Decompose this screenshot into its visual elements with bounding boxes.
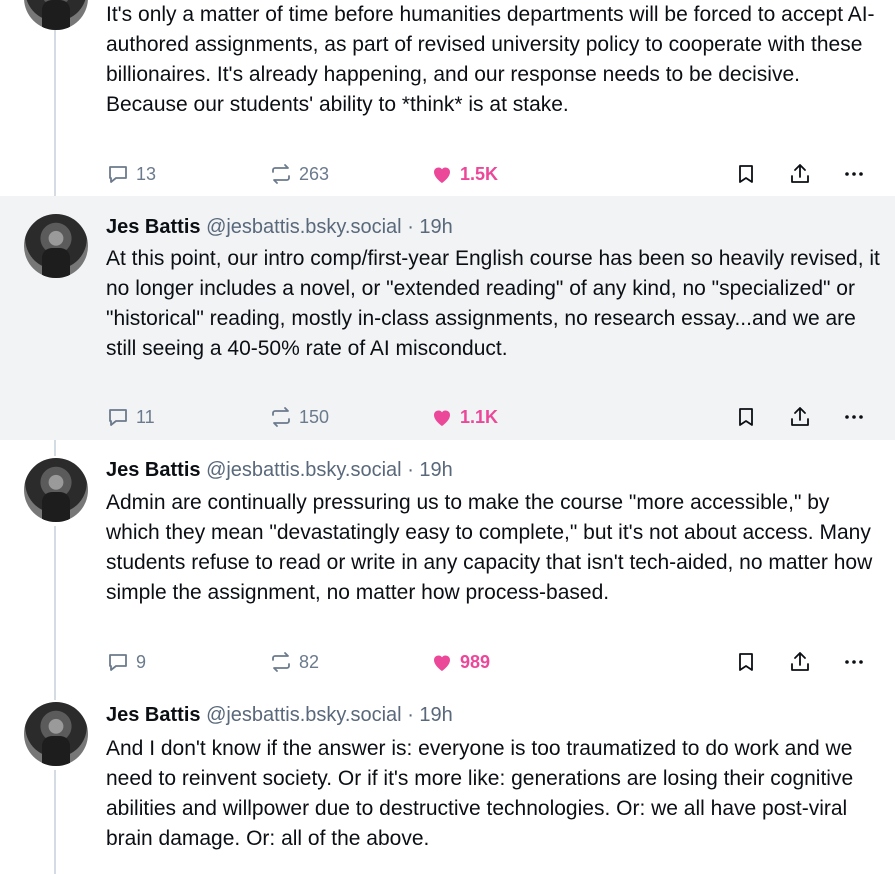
author-handle[interactable]: @jesbattis.bsky.social [206,459,402,481]
share-icon [788,162,812,186]
post-actions: 11 150 1.1K [106,402,866,432]
bookmark-icon [734,405,758,429]
reply-button[interactable]: 9 [106,647,146,677]
author-name[interactable]: Jes Battis [106,704,201,726]
separator-dot: · [407,704,414,726]
more-button[interactable] [842,647,866,677]
more-button[interactable] [842,402,866,432]
repost-button[interactable]: 82 [269,647,319,677]
post-actions: 9 82 989 [106,647,866,677]
post-time[interactable]: 19h [419,459,452,481]
like-count: 1.5K [460,163,499,184]
post[interactable]: Jes Battis @jesbattis.bsky.social · 19h … [0,196,895,440]
repost-arrows-icon [269,162,293,186]
post[interactable]: It's only a matter of time before humani… [0,0,895,196]
like-button[interactable]: 1.5K [430,159,498,189]
avatar[interactable] [24,458,88,522]
post-thread: It's only a matter of time before humani… [0,0,895,874]
reply-count: 13 [136,163,157,184]
like-count: 989 [460,651,491,672]
share-icon [788,405,812,429]
repost-count: 82 [299,651,320,672]
reply-button[interactable]: 11 [106,402,155,432]
reply-count: 9 [136,651,147,672]
bookmark-icon [734,650,758,674]
post-actions: 13 263 1.5K [106,159,866,189]
more-button[interactable] [842,159,866,189]
like-button[interactable]: 1.1K [430,402,498,432]
bookmark-button[interactable] [734,647,758,677]
more-dots-icon [842,405,866,429]
bookmark-button[interactable] [734,402,758,432]
like-count: 1.1K [460,406,499,427]
author-handle[interactable]: @jesbattis.bsky.social [206,216,402,238]
separator-dot: · [407,459,414,481]
post-text: At this point, our intro comp/first-year… [106,247,880,360]
heart-icon [430,405,454,429]
avatar[interactable] [24,214,88,278]
repost-arrows-icon [269,405,293,429]
repost-count: 263 [299,163,330,184]
speech-bubble-icon [106,162,130,186]
author-handle[interactable]: @jesbattis.bsky.social [206,704,402,726]
post-time[interactable]: 19h [419,216,452,238]
post-header: Jes Battis @jesbattis.bsky.social · 19h [106,214,453,240]
author-name[interactable]: Jes Battis [106,216,201,238]
post[interactable]: Jes Battis @jesbattis.bsky.social · 19h … [0,686,895,874]
share-button[interactable] [788,402,812,432]
more-dots-icon [842,650,866,674]
post-text: Admin are continually pressuring us to m… [106,491,873,604]
heart-icon [430,162,454,186]
reply-count: 11 [136,406,155,427]
post-header: Jes Battis @jesbattis.bsky.social · 19h [106,457,453,483]
repost-button[interactable]: 150 [269,402,329,432]
share-button[interactable] [788,647,812,677]
avatar[interactable] [24,0,88,30]
reply-button[interactable]: 13 [106,159,156,189]
post-header: Jes Battis @jesbattis.bsky.social · 19h [106,702,453,728]
bookmark-icon [734,162,758,186]
share-icon [788,650,812,674]
share-button[interactable] [788,159,812,189]
speech-bubble-icon [106,405,130,429]
post-time[interactable]: 19h [419,704,452,726]
repost-count: 150 [299,406,330,427]
post-text: It's only a matter of time before humani… [106,3,875,116]
like-button[interactable]: 989 [430,647,490,677]
bookmark-button[interactable] [734,159,758,189]
post[interactable]: Jes Battis @jesbattis.bsky.social · 19h … [0,440,895,686]
more-dots-icon [842,162,866,186]
author-name[interactable]: Jes Battis [106,459,201,481]
speech-bubble-icon [106,650,130,674]
separator-dot: · [407,216,414,238]
repost-button[interactable]: 263 [269,159,329,189]
post-text: And I don't know if the answer is: every… [106,737,854,850]
heart-icon [430,650,454,674]
avatar[interactable] [24,702,88,766]
repost-arrows-icon [269,650,293,674]
